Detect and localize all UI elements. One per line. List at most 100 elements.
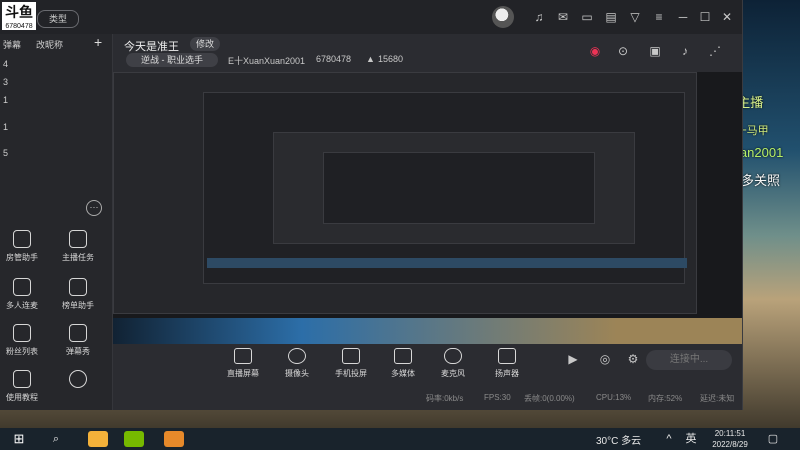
screen-capture-button[interactable]: 直播屏幕 [220,348,266,379]
hot-value: 15680 [378,54,404,64]
logo-room-number: 6780478 [3,23,35,30]
tool-label: 弹幕秀 [66,347,90,356]
add-icon[interactable]: + [94,34,102,50]
tool-label: 粉丝列表 [6,347,38,356]
mail-icon[interactable]: ✉ [556,10,570,24]
speaker-icon [498,348,516,364]
category-tag[interactable]: 逆战 - 职业选手 [126,53,218,67]
fire-icon: ▲ [366,54,375,64]
search-icon[interactable]: ⌕ [48,431,64,447]
mic-link-icon [13,278,31,296]
bitrate-status: 码率:0kb/s [426,394,464,403]
fps-status: FPS:30 [484,393,511,402]
room-manager-button[interactable]: 房管助手 [0,230,44,263]
phone-cast-button[interactable]: 手机投屏 [328,348,374,379]
notification-center-icon[interactable]: ▢ [766,431,780,447]
more-icon[interactable]: ··· [86,200,102,216]
multi-mic-button[interactable]: 多人连麦 [0,278,44,311]
edit-title-button[interactable]: 修改 [190,37,220,51]
status-bar: 码率:0kb/s FPS:30 丢帧:0(0.00%) CPU:13% 内存:5… [112,390,742,406]
filter-icon[interactable]: ▽ [628,10,642,24]
tool-label: 主播任务 [62,253,94,262]
streamer-task-button[interactable]: 主播任务 [56,230,100,263]
lock-icon[interactable]: ⊙ [616,44,630,58]
room-title: 今天是准王 [124,41,179,53]
target-icon[interactable]: ◎ [598,352,612,366]
user-avatar[interactable] [492,6,514,28]
drop-frame-status: 丢帧:0(0.00%) [524,394,575,403]
microphone-icon [444,348,462,364]
share-icon[interactable]: ⋰ [708,44,722,58]
latency-status: 延迟:未知 [700,394,735,403]
streaming-app-icon[interactable] [164,431,184,447]
cpu-status: CPU:13% [596,393,632,402]
danmaku-show-button[interactable]: 弹幕秀 [56,324,100,357]
windows-start-icon[interactable]: ⊞ [12,431,26,447]
menu-icon[interactable]: ≡ [652,10,666,24]
camera-icon [288,348,306,364]
tutorial-button[interactable]: 使用教程 [0,370,44,403]
settings-icon[interactable]: ⚙ [626,352,640,366]
screen-icon[interactable]: ▭ [580,10,594,24]
list-item: 3 [3,77,9,87]
ranking-helper-button[interactable]: 榜单助手 [56,278,100,311]
manager-icon [13,230,31,248]
speaker-button[interactable]: 扬声器 [484,348,530,379]
memory-status: 内存:52% [648,394,683,403]
toolbar-label: 手机投屏 [335,369,367,378]
gift-icon[interactable]: ▤ [604,10,618,24]
tool-label: 房管助手 [6,253,38,262]
start-live-button[interactable]: 连接中... [646,350,732,370]
tool-label: 多人连麦 [6,301,38,310]
multimedia-button[interactable]: 多媒体 [380,348,426,379]
toolbar-label: 麦克风 [441,369,465,378]
download-icon [69,370,87,388]
record-icon[interactable]: ▶ [566,352,580,366]
live-preview[interactable] [113,72,742,344]
maximize-icon[interactable]: ☐ [698,10,712,24]
tab-nickname[interactable]: 改昵称 [36,38,63,51]
camera-button[interactable]: 摄像头 [274,348,320,379]
clock-time: 20:11:51 [714,429,746,438]
type-button[interactable]: 类型 [37,10,79,28]
weather-status[interactable]: 30°C 多云 [596,432,641,447]
monitor-icon [234,348,252,364]
danmaku-icon [69,324,87,342]
fans-icon [13,324,31,342]
recursive-preview-taskbar [113,318,742,344]
media-icon [394,348,412,364]
streamer-name: E十XuanXuan2001 [228,56,306,66]
list-item: 1 [3,122,9,132]
headset-icon[interactable]: ♫ [532,10,546,24]
toolbar-label: 直播屏幕 [227,369,259,378]
list-item: 5 [3,148,9,158]
windows-taskbar [0,428,800,450]
live-streaming-app-window: 斗鱼 6780478 类型 ♫ ✉ ▭ ▤ ▽ ≡ ─ ☐ ✕ 弹幕 改昵称 +… [0,0,743,410]
tool-label: 使用教程 [6,393,38,402]
toolbar-label: 多媒体 [391,369,415,378]
ranking-icon [69,278,87,296]
taskbar-clock[interactable]: 20:11:51 2022/8/29 [706,428,754,450]
ime-indicator[interactable]: 英 [684,431,698,447]
nvidia-app-icon[interactable] [124,431,144,447]
recursive-taskbar [207,258,687,268]
minimize-icon[interactable]: ─ [676,10,690,24]
list-item: 1 [3,95,9,105]
close-icon[interactable]: ✕ [720,10,734,24]
download-button[interactable] [56,370,100,392]
layout-icon[interactable]: ▣ [648,44,662,58]
tray-expand-icon[interactable]: ^ [664,431,674,447]
bell-icon[interactable]: ♪ [678,44,692,58]
tool-label: 榜单助手 [62,301,94,310]
list-item: 4 [3,59,9,69]
toolbar-label: 摄像头 [285,369,309,378]
tutorial-icon [13,370,31,388]
toolbar-label: 扬声器 [495,369,519,378]
microphone-button[interactable]: 麦克风 [430,348,476,379]
clock-date: 2022/8/29 [712,440,748,449]
douyu-app-icon[interactable] [88,431,108,447]
notification-icon[interactable]: ◉ [588,44,602,58]
tab-danmaku[interactable]: 弹幕 [3,38,21,51]
fans-list-button[interactable]: 粉丝列表 [0,324,44,357]
task-icon [69,230,87,248]
